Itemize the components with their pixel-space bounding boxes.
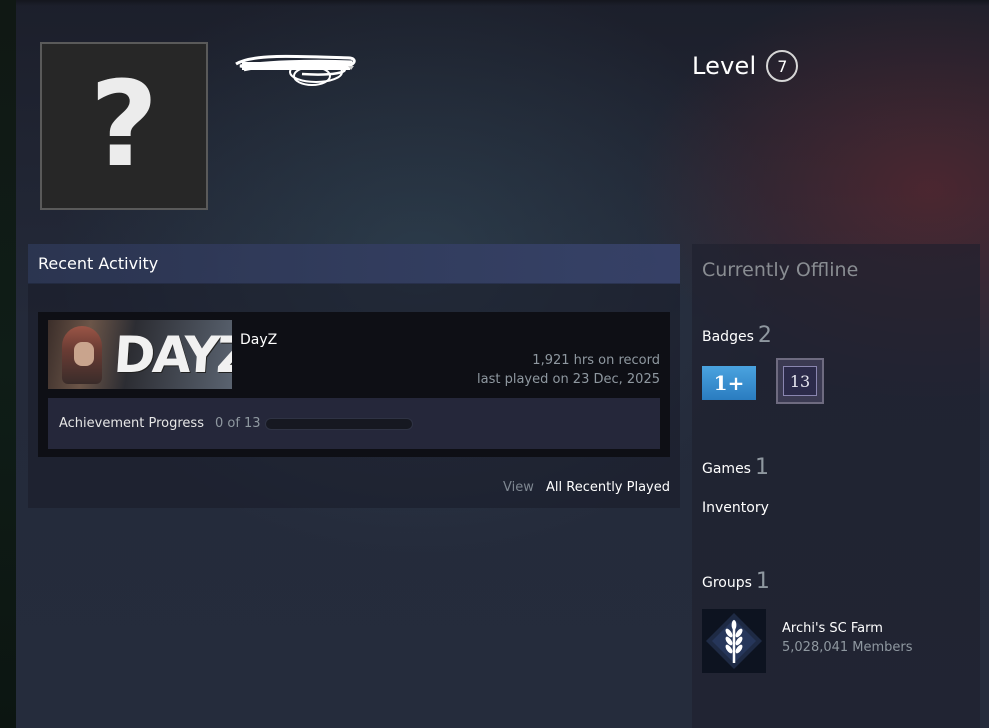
achievement-progress-row[interactable]: Achievement Progress 0 of 13 <box>48 398 660 449</box>
groups-count: 1 <box>755 569 770 594</box>
left-edge-strip <box>0 0 16 728</box>
wheat-emblem-icon <box>702 609 766 673</box>
achievement-progress-label: Achievement Progress <box>59 416 204 431</box>
online-status: Currently Offline <box>702 259 859 281</box>
view-label: View <box>503 480 534 495</box>
recent-game-card: DAYZ DayZ 1,921 hrs on record last playe… <box>38 312 670 457</box>
capsule-logo: DAYZ <box>111 326 232 384</box>
group-member-count: 5,028,041 Members <box>782 640 913 655</box>
games-label: Games <box>702 461 751 477</box>
badges-count: 2 <box>757 323 772 348</box>
recent-activity-panel: Recent Activity DAYZ DayZ 1,921 hrs on r… <box>28 244 680 508</box>
game-last-played: last played on 23 Dec, 2025 <box>477 372 660 387</box>
badge-years-of-service[interactable]: 1+ <box>702 366 756 400</box>
recent-activity-header: Recent Activity <box>28 244 680 284</box>
profile-sidebar: Currently Offline Badges 2 1+ 13 Games 1 I… <box>692 244 980 728</box>
level-label: Level <box>692 52 757 80</box>
badge-level-13[interactable]: 13 <box>776 358 824 404</box>
achievement-progress-bar <box>264 417 413 430</box>
game-title-link[interactable]: DayZ <box>240 332 277 348</box>
achievement-count: 0 of 13 <box>214 416 261 431</box>
inventory-link[interactable]: Inventory <box>702 500 769 516</box>
badges-section-link[interactable]: Badges 2 <box>702 322 772 348</box>
recent-activity-title: Recent Activity <box>38 254 159 273</box>
badges-label: Badges <box>702 329 754 345</box>
badge-2-inner: 13 <box>783 366 817 396</box>
groups-label: Groups <box>702 575 752 591</box>
group-name-link[interactable]: Archi's SC Farm <box>782 621 883 636</box>
profile-avatar[interactable]: ? <box>40 42 208 210</box>
group-avatar[interactable] <box>702 609 766 673</box>
games-count: 1 <box>754 455 769 480</box>
dayz-capsule-image[interactable]: DAYZ <box>48 320 232 389</box>
groups-section-link[interactable]: Groups 1 <box>702 568 770 594</box>
avatar-placeholder-glyph: ? <box>89 55 159 193</box>
badge-2-text: 13 <box>789 371 811 391</box>
all-recently-played-link[interactable]: All Recently Played <box>546 480 670 495</box>
profile-name-redacted[interactable] <box>232 46 364 90</box>
top-edge-shadow <box>16 0 989 6</box>
level-badge: 7 <box>766 50 799 82</box>
view-all-recent: View All Recently Played <box>503 480 670 495</box>
game-hours: 1,921 hrs on record <box>532 353 660 368</box>
badge-1-text: 1+ <box>713 371 745 395</box>
profile-level[interactable]: Level 7 <box>692 50 799 82</box>
capsule-character-face <box>74 342 94 366</box>
games-section-link[interactable]: Games 1 <box>702 454 769 480</box>
